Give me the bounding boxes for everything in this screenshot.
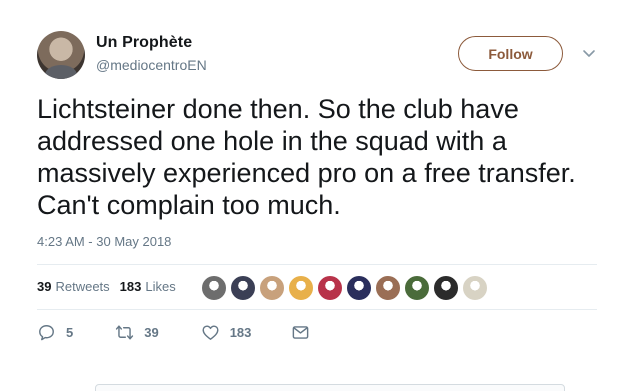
liker-avatar[interactable] [404,275,430,301]
retweets-label: Retweets [55,279,110,294]
liker-avatar[interactable] [375,275,401,301]
reply-button[interactable]: 5 [37,323,73,342]
liker-avatar[interactable] [201,275,227,301]
reply-input-box[interactable] [95,384,565,391]
tweet-card: Un Prophète @mediocentroEN Follow Lichts… [0,0,636,391]
follow-button[interactable]: Follow [458,36,563,71]
envelope-icon [293,326,309,339]
heart-icon [202,325,219,340]
tweet-text-line: Can't complain too much. [37,190,341,220]
tweet-timestamp[interactable]: 4:23 AM - 30 May 2018 [37,234,171,249]
reply-icon [39,325,54,341]
retweets-count: 39 [37,279,52,294]
liker-avatar[interactable] [230,275,256,301]
user-handle[interactable]: @mediocentroEN [96,57,207,73]
like-button[interactable]: 183 [201,323,252,342]
retweet-button[interactable]: 39 [115,323,159,342]
chevron-down-icon[interactable] [581,45,597,61]
likes-label: Likes [145,279,176,294]
likes-count: 183 [119,279,142,294]
liker-avatar[interactable] [317,275,343,301]
like-count: 183 [229,325,252,340]
tweet-actions: 5 39 183 [37,323,310,342]
tweet-text-line: addressed one hole in the squad with a [37,126,507,156]
tweet-stats: 39 Retweets 183 Likes [37,279,186,294]
divider [37,309,597,310]
liker-avatar[interactable] [288,275,314,301]
liker-avatar[interactable] [259,275,285,301]
tweet-text-line: Lichtsteiner done then. So the club have [37,94,519,124]
tweet-text: Lichtsteiner done then. So the club have… [37,93,617,221]
display-name[interactable]: Un Prophète [96,34,192,52]
likes-stat[interactable]: 183 Likes [120,279,176,294]
retweet-count: 39 [144,325,159,340]
liker-avatar[interactable] [346,275,372,301]
divider [37,264,597,265]
liker-avatar[interactable] [462,275,488,301]
liker-avatar[interactable] [433,275,459,301]
direct-message-button[interactable] [291,323,310,342]
retweets-stat[interactable]: 39 Retweets [37,279,110,294]
liker-avatars [201,275,488,301]
user-avatar[interactable] [37,31,85,79]
reply-count: 5 [66,325,74,340]
retweet-icon [116,325,134,340]
tweet-text-line: massively experienced pro on a free tran… [37,158,576,188]
